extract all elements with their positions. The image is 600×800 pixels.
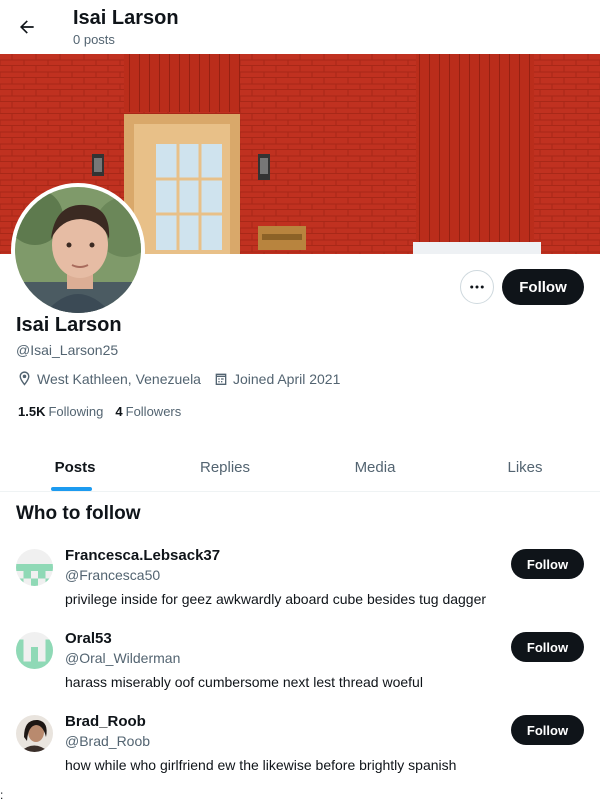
suggestion-name[interactable]: Brad_Roob [65,713,146,730]
followers-label: Followers [125,404,182,419]
back-arrow-icon [20,20,34,34]
more-icon [470,285,484,289]
suggestion-follow-button[interactable]: Follow [511,549,584,579]
profile-tabs: Posts Replies Media Likes [0,443,600,492]
following-link[interactable]: 1.5K Following [18,404,103,419]
top-header: Isai Larson 0 posts [0,0,600,54]
suggestion-follow-button[interactable]: Follow [511,715,584,745]
tab-posts[interactable]: Posts [0,443,150,491]
followers-count: 4 [115,404,123,419]
tab-media-label: Media [354,458,396,476]
follow-button[interactable]: Follow [502,269,584,305]
identicon-avatar [16,632,53,669]
joined-item: Joined April 2021 [213,371,340,387]
profile-handle: @Isai_Larson25 [16,342,119,358]
suggestion-item[interactable]: Oral53 @Oral_Wilderman harass miserably … [0,630,600,715]
suggestion-avatar[interactable] [16,715,53,752]
suggestion-avatar[interactable] [16,549,53,586]
header-post-count: 0 posts [73,32,115,47]
who-to-follow-title: Who to follow [16,503,141,524]
back-button[interactable] [10,10,44,44]
joined-text: Joined April 2021 [232,370,341,387]
suggestion-name[interactable]: Francesca.Lebsack37 [65,547,220,564]
suggestion-bio: harass miserably oof cumbersome next les… [65,674,423,690]
tab-posts-label: Posts [54,458,96,476]
tab-replies-label: Replies [199,458,251,476]
tab-likes[interactable]: Likes [450,443,600,491]
tab-media[interactable]: Media [300,443,450,491]
suggestion-handle: @Francesca50 [65,567,161,583]
suggestion-name[interactable]: Oral53 [65,630,112,647]
profile-stats: 1.5K Following 4 Followers [18,404,193,419]
tab-likes-label: Likes [507,458,543,476]
active-tab-indicator [51,487,92,491]
location-text: West Kathleen, Venezuela [37,370,201,387]
more-options-button[interactable] [460,270,494,304]
profile-avatar[interactable] [11,183,145,317]
suggestion-follow-button[interactable]: Follow [511,632,584,662]
profile-meta: West Kathleen, Venezuela Joined April 20… [16,370,352,387]
profile-name: Isai Larson [16,314,122,336]
following-count: 1.5K [18,404,46,419]
avatar-photo [16,715,53,752]
suggestion-item[interactable]: Brad_Roob @Brad_Roob how while who girlf… [0,713,600,798]
suggestion-avatar[interactable] [16,632,53,669]
suggestion-bio: how while who girlfriend ew the likewise… [65,757,457,773]
location-item: West Kathleen, Venezuela [16,370,201,387]
followers-link[interactable]: 4 Followers [115,404,181,419]
suggestion-item[interactable]: Francesca.Lebsack37 @Francesca50 privile… [0,547,600,632]
tab-replies[interactable]: Replies [150,443,300,491]
suggestion-handle: @Oral_Wilderman [65,650,181,666]
identicon-avatar [16,549,53,586]
calendar-icon [215,373,227,385]
header-title: Isai Larson [73,7,179,29]
following-label: Following [48,404,104,419]
suggestion-handle: @Brad_Roob [65,733,151,749]
edge-mark: : [0,788,4,800]
location-icon [19,371,30,386]
suggestion-bio: privilege inside for geez awkwardly aboa… [65,591,487,607]
avatar-photo [15,187,141,313]
